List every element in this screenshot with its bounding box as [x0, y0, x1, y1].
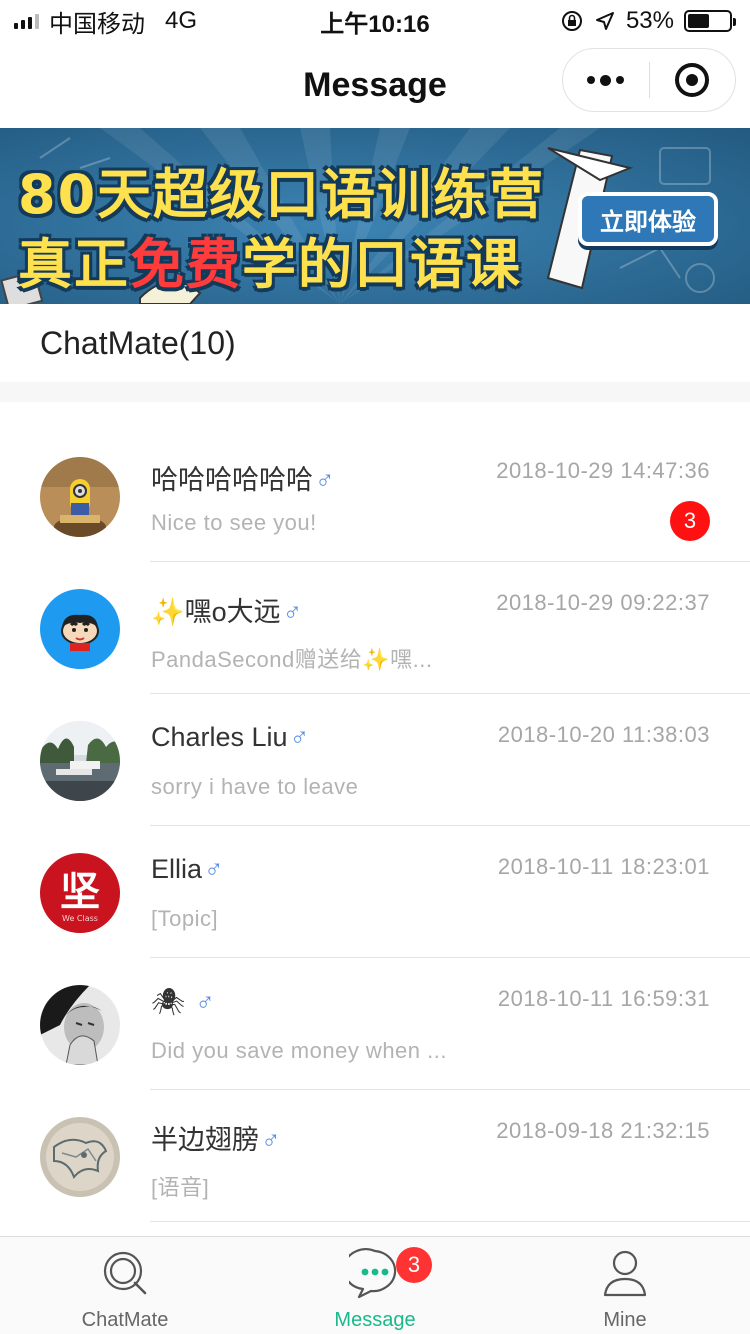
logo-glyph: 坚 [60, 869, 100, 915]
status-bar: 中国移动 4G 上午10:16 53% [0, 0, 750, 42]
tab-bar: ChatMate Message 3 Mine [0, 1236, 750, 1334]
section-divider [0, 382, 750, 402]
status-left: 中国移动 4G [14, 4, 197, 39]
network-label: 4G [165, 7, 198, 34]
mini-program-capsule [562, 48, 736, 112]
gender-icon: ♂ [282, 597, 303, 627]
conversation-name: Charles Liu♂ [151, 722, 309, 753]
sketch-avatar[interactable] [40, 1117, 120, 1197]
status-right: 53% [560, 7, 736, 35]
gender-icon: ♂ [289, 722, 310, 752]
conversation-time: 2018-10-20 11:38:03 [497, 722, 710, 747]
unread-badge: 3 [670, 501, 710, 541]
conversation-item[interactable]: Charles Liu♂ 2018-10-20 11:38:03 sorry i… [0, 694, 750, 826]
conversation-item[interactable]: 🕷 ♂ 2018-10-11 16:59:31 Did you save mone… [0, 958, 750, 1090]
signal-icon [14, 13, 39, 29]
conversation-item[interactable]: 半边翅膀♂ 2018-09-18 21:32:15 [语音] [0, 1090, 750, 1222]
orientation-lock-icon [561, 11, 582, 31]
conversation-item[interactable]: ✨嘿o大远♂ 2018-10-29 09:22:37 PandaSecond赠送… [0, 562, 750, 694]
conversation-preview: PandaSecond赠送给✨嘿... [151, 647, 433, 672]
tab-chatmate[interactable]: ChatMate [0, 1237, 250, 1334]
page-title: Message [303, 65, 447, 104]
conversation-preview: Nice to see you! [151, 510, 317, 535]
gender-icon: ♂ [195, 987, 215, 1017]
conversation-item[interactable]: 哈哈哈哈哈哈♂ 2018-10-29 14:47:36 Nice to see … [0, 430, 750, 562]
banner-headline-2-suffix: 学的口语课 [242, 233, 522, 296]
conversation-time: 2018-10-11 16:59:31 [497, 986, 710, 1011]
conversation-preview: [语音] [151, 1175, 210, 1200]
battery-level [688, 14, 710, 28]
conversation-name: ✨嘿o大远♂ [151, 590, 302, 629]
search-bubble-icon [103, 1251, 147, 1295]
banner-headline-2: 真正免费学的口语课 [18, 220, 522, 299]
conversation-item[interactable]: 坚 We Class Ellia♂ 2018-10-11 18:23:01 [T… [0, 826, 750, 958]
conversation-name: 半边翅膀♂ [151, 1118, 281, 1157]
tab-label: ChatMate [81, 1309, 169, 1331]
tab-mine[interactable]: Mine [500, 1237, 750, 1334]
conversation-time: 2018-10-29 14:47:36 [496, 458, 710, 483]
carrier-label: 中国移动 [49, 10, 145, 38]
red-logo-avatar[interactable]: 坚 We Class [40, 853, 120, 933]
logo-subtext: We Class [62, 914, 98, 923]
section-title: ChatMate(10) [0, 304, 750, 382]
close-button[interactable] [650, 49, 736, 111]
location-arrow-icon [595, 12, 614, 30]
tab-label: Message [334, 1309, 416, 1331]
banner-headline-1: 80天超级口语训练营 [18, 163, 546, 226]
conversation-name-text: 🕷 [151, 987, 186, 1017]
more-dots-icon [587, 74, 625, 86]
battery-icon [684, 10, 736, 32]
target-circle-icon [675, 63, 710, 97]
conversation-preview: Did you save money when ... [151, 1038, 447, 1063]
conversation-time: 2018-09-18 21:32:15 [496, 1118, 710, 1143]
person-icon [603, 1250, 647, 1297]
conversation-name-text: 半边翅膀 [151, 1125, 259, 1155]
conversation-time: 2018-10-11 18:23:01 [497, 854, 710, 879]
conversation-preview: [Topic] [151, 906, 219, 931]
bw-portrait-avatar[interactable] [40, 985, 120, 1065]
conversation-preview: sorry i have to leave [151, 774, 359, 799]
promo-banner[interactable]: 80天超级口语训练营 真正免费学的口语课 立即体验 [0, 128, 750, 304]
conversation-name: 哈哈哈哈哈哈♂ [151, 458, 335, 497]
conversation-time: 2018-10-29 09:22:37 [496, 590, 710, 615]
gender-icon: ♂ [315, 465, 335, 495]
tab-message[interactable]: Message 3 [250, 1237, 500, 1334]
gender-icon: ♂ [204, 854, 224, 884]
chat-bubble-icon [349, 1248, 397, 1299]
banner-headline-2-prefix: 真正 [18, 233, 130, 296]
banner-cta-button[interactable]: 立即体验 [578, 192, 718, 246]
nav-bar: Message [0, 42, 750, 128]
conversation-name-text: Ellia [151, 854, 203, 884]
conversation-list: 哈哈哈哈哈哈♂ 2018-10-29 14:47:36 Nice to see … [0, 430, 750, 1222]
tab-label: Mine [603, 1309, 647, 1331]
more-button[interactable] [563, 49, 649, 111]
banner-highlight: 免费 [130, 233, 242, 296]
conversation-name-text: 哈哈哈哈哈哈 [151, 465, 313, 495]
cartoon-boy-avatar[interactable] [40, 589, 120, 669]
conversation-name-text: Charles Liu [151, 722, 288, 752]
minion-figure-avatar[interactable] [40, 457, 120, 537]
conversation-name: 🕷 ♂ [151, 986, 215, 1018]
gender-icon: ♂ [261, 1125, 281, 1155]
conversation-name-text: ✨嘿o大远 [151, 597, 281, 627]
harbor-photo-avatar[interactable] [40, 721, 120, 801]
conversation-name: Ellia♂ [151, 854, 224, 885]
tab-unread-badge: 3 [396, 1247, 432, 1283]
battery-percent: 53% [625, 7, 674, 34]
